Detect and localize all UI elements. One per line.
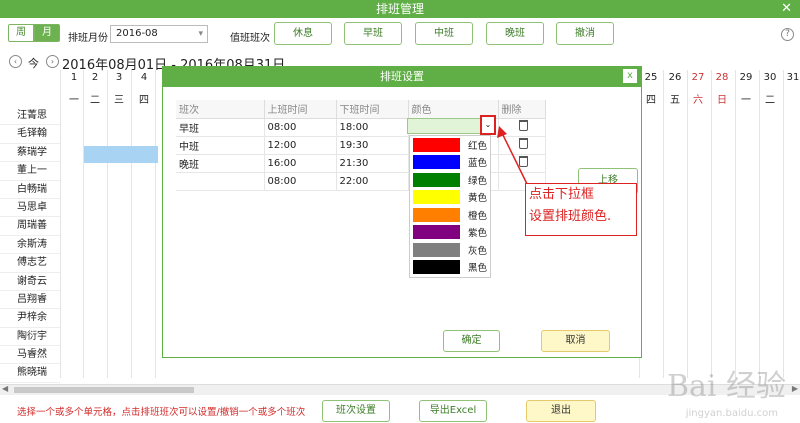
app-title: 排班管理: [375, 2, 424, 16]
app-titlebar: 排班管理 ✕: [0, 0, 800, 18]
color-swatch: [413, 172, 460, 187]
help-icon[interactable]: ?: [781, 28, 794, 41]
shift-name[interactable]: 中班: [176, 136, 265, 155]
month-value: 2016-08: [116, 28, 158, 39]
col-start: 上班时间: [264, 100, 337, 119]
col-delete: 删除: [498, 100, 546, 119]
scroll-thumb[interactable]: [14, 387, 194, 393]
color-swatch: [413, 190, 460, 205]
col-name: 班次: [176, 100, 265, 119]
dialog-titlebar: 排班设置 x: [163, 67, 641, 87]
staff-list: 汪菁思 毛铎翰 蔡瑞学 董上一 白畅瑞 马思卓 周瑞善 余斯涛 傅志艺 谢奇云 …: [0, 107, 60, 383]
shift-end[interactable]: 19:30: [336, 136, 409, 155]
footer-hint: 选择一个或多个单元格，点击排班班次可以设置/撤销一个或多个班次: [17, 407, 306, 418]
shift-button-morning[interactable]: 早班: [344, 22, 402, 45]
next-icon[interactable]: ›: [46, 55, 59, 68]
week-toggle[interactable]: 周: [8, 24, 34, 42]
color-name: 红色: [468, 140, 488, 152]
scroll-left-icon[interactable]: ◀: [2, 384, 8, 393]
staff-name: 傅志艺: [0, 254, 60, 273]
color-name: 黄色: [468, 193, 488, 205]
trash-icon[interactable]: [518, 120, 528, 131]
color-option[interactable]: 黄色: [410, 189, 490, 207]
color-option[interactable]: 灰色: [410, 241, 490, 259]
color-swatch: [413, 242, 460, 257]
staff-name: 白畅瑞: [0, 181, 60, 199]
color-name: 紫色: [468, 228, 488, 240]
color-swatch: [413, 225, 460, 240]
trash-icon[interactable]: [518, 156, 528, 167]
shift-end[interactable]: 21:30: [336, 154, 409, 173]
staff-name: 尹梓余: [0, 309, 60, 328]
today-button[interactable]: 今: [28, 55, 39, 71]
color-swatch: [413, 207, 460, 222]
color-option[interactable]: 绿色: [410, 171, 490, 189]
staff-name: 毛铎翰: [0, 125, 60, 144]
selected-cell[interactable]: [84, 146, 158, 163]
month-select[interactable]: 2016-08 ▾: [110, 25, 208, 43]
shift-button-undo[interactable]: 撤消: [556, 22, 614, 45]
shift-start[interactable]: 12:00: [264, 136, 337, 155]
color-dropdown-list[interactable]: 红色 蓝色 绿色 黄色 橙色 紫色 灰色 黑色: [409, 135, 491, 278]
color-name: 绿色: [468, 175, 488, 187]
month-toggle[interactable]: 月: [34, 24, 60, 42]
exit-button[interactable]: 退出: [526, 400, 596, 422]
color-option[interactable]: 橙色: [410, 206, 490, 224]
export-excel-button[interactable]: 导出Excel: [419, 400, 487, 422]
staff-name: 马睿然: [0, 346, 60, 365]
cancel-button[interactable]: 取消: [541, 330, 610, 352]
staff-name: 董上一: [0, 162, 60, 181]
color-option[interactable]: 红色: [410, 136, 490, 154]
staff-name: 余斯涛: [0, 236, 60, 255]
shift-end[interactable]: 22:00: [336, 172, 409, 191]
shift-name[interactable]: 晚班: [176, 154, 265, 173]
color-name: 蓝色: [468, 158, 488, 170]
dialog-title: 排班设置: [380, 70, 424, 83]
watermark-logo: Bai 经验: [666, 369, 786, 404]
color-swatch: [413, 260, 460, 275]
staff-name: 吕翔睿: [0, 291, 60, 310]
annotation-line2: 设置排班颜色.: [529, 209, 612, 224]
shift-button-middle[interactable]: 中班: [415, 22, 473, 45]
shift-button-rest[interactable]: 休息: [274, 22, 332, 45]
annotation-line1: 点击下拉框: [529, 187, 595, 202]
chevron-down-icon: ▾: [198, 29, 203, 39]
staff-name: 马思卓: [0, 199, 60, 218]
prev-icon[interactable]: ‹: [9, 55, 22, 68]
close-icon[interactable]: ✕: [781, 0, 792, 18]
watermark-url: jingyan.baidu.com: [685, 408, 778, 419]
shift-name[interactable]: 早班: [176, 118, 265, 137]
confirm-button[interactable]: 确定: [443, 330, 500, 352]
staff-name: 周瑞善: [0, 217, 60, 236]
color-option[interactable]: 紫色: [410, 224, 490, 242]
color-swatch: [413, 155, 460, 170]
color-option[interactable]: 黑色: [410, 259, 490, 277]
shift-end[interactable]: 18:00: [336, 118, 409, 137]
staff-name: 熊晓瑞: [0, 364, 60, 383]
month-label: 排班月份: [68, 33, 108, 44]
staff-name: 陶衍宇: [0, 328, 60, 347]
staff-name: 谢奇云: [0, 273, 60, 291]
color-name: 黑色: [468, 263, 488, 275]
scroll-right-icon[interactable]: ▶: [792, 384, 798, 393]
shift-button-evening[interactable]: 晚班: [486, 22, 544, 45]
color-name: 橙色: [468, 210, 488, 222]
shift-settings-button[interactable]: 班次设置: [322, 400, 390, 422]
col-end: 下班时间: [336, 100, 409, 119]
shift-start[interactable]: 16:00: [264, 154, 337, 173]
close-icon[interactable]: x: [623, 69, 637, 83]
staff-name: 汪菁思: [0, 107, 60, 126]
annotation-callout: 点击下拉框 设置排班颜色.: [525, 183, 637, 236]
staff-name: 蔡瑞学: [0, 144, 60, 163]
trash-icon[interactable]: [518, 138, 528, 149]
shift-start[interactable]: 08:00: [264, 172, 337, 191]
color-option[interactable]: 蓝色: [410, 154, 490, 172]
color-name: 灰色: [468, 245, 488, 257]
color-swatch: [413, 137, 460, 152]
shift-label: 值班班次: [230, 33, 270, 44]
shift-name[interactable]: [176, 172, 265, 191]
chevron-down-icon[interactable]: ⌄: [480, 115, 496, 135]
shift-start[interactable]: 08:00: [264, 118, 337, 137]
